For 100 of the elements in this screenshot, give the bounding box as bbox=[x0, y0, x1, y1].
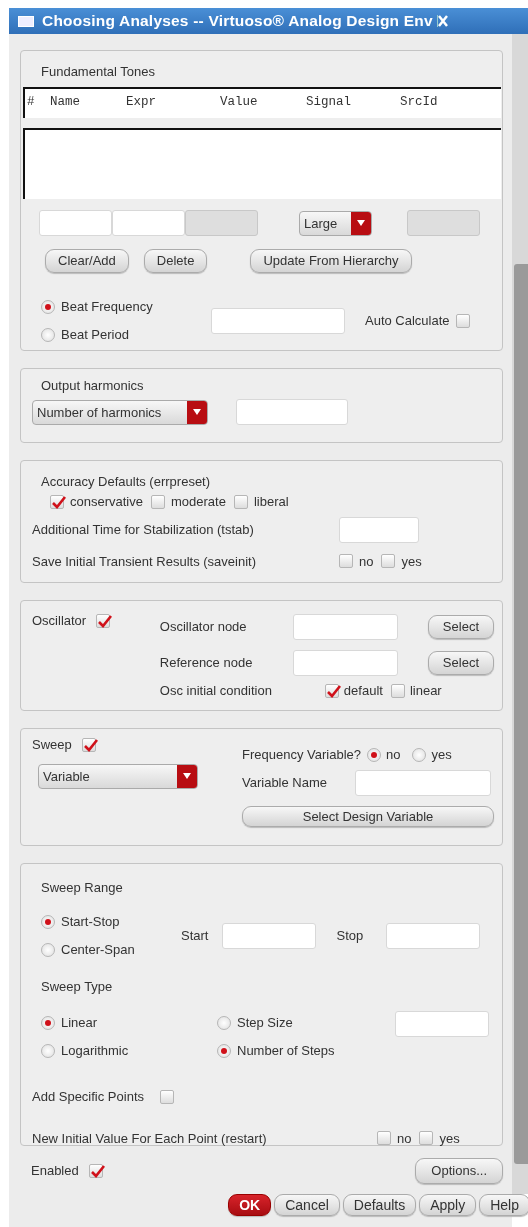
label: Sweep Type bbox=[41, 979, 113, 995]
button[interactable]: Help bbox=[479, 1193, 528, 1217]
button[interactable]: Delete bbox=[143, 249, 208, 273]
checkbox[interactable] bbox=[96, 613, 111, 628]
button[interactable]: Select Design Variable bbox=[242, 805, 494, 828]
radio-button[interactable] bbox=[41, 943, 55, 957]
label: no bbox=[397, 1130, 412, 1147]
label: Number of Steps bbox=[237, 1043, 335, 1059]
dropdown[interactable]: Number of harmonics bbox=[32, 399, 208, 425]
label: Additional Time for Stabilization (tstab) bbox=[32, 521, 255, 538]
label: Variable Name bbox=[242, 774, 329, 791]
label: Auto Calculate bbox=[365, 312, 450, 329]
checkbox[interactable] bbox=[88, 1163, 103, 1178]
column-header: Signal bbox=[306, 95, 352, 110]
label: Save Initial Transient Results (saveinit) bbox=[32, 553, 257, 570]
label: Logarithmic bbox=[61, 1043, 129, 1059]
label: no bbox=[386, 747, 401, 763]
checkbox[interactable] bbox=[81, 737, 96, 752]
radio-button[interactable] bbox=[217, 1044, 231, 1058]
button[interactable]: Clear/Add bbox=[45, 249, 129, 273]
checkbox[interactable] bbox=[419, 1131, 434, 1146]
label: yes bbox=[439, 1130, 460, 1147]
label: Reference node bbox=[159, 655, 254, 671]
checkbox[interactable] bbox=[377, 1131, 391, 1146]
radio-button[interactable] bbox=[367, 747, 381, 762]
window-icon bbox=[18, 15, 34, 27]
label: yes bbox=[431, 747, 452, 763]
radio-button[interactable] bbox=[41, 1016, 55, 1030]
checkbox[interactable] bbox=[233, 494, 248, 509]
label: New Initial Value For Each Point (restart) bbox=[32, 1130, 268, 1147]
button[interactable]: Select bbox=[427, 615, 494, 639]
button[interactable]: Defaults bbox=[342, 1193, 417, 1217]
input-field[interactable] bbox=[355, 769, 491, 796]
label: moderate bbox=[171, 494, 226, 510]
input-field[interactable] bbox=[222, 923, 317, 949]
caret-icon bbox=[182, 773, 192, 780]
close-icon[interactable] bbox=[436, 15, 448, 27]
label: Accuracy Defaults (errpreset) bbox=[41, 474, 211, 490]
checkbox[interactable] bbox=[50, 494, 64, 509]
checkbox[interactable] bbox=[324, 683, 339, 698]
label: Oscillator node bbox=[159, 619, 248, 635]
checkbox[interactable] bbox=[160, 1089, 174, 1104]
label: no bbox=[359, 553, 374, 570]
input-field[interactable] bbox=[236, 399, 348, 425]
radio-button[interactable] bbox=[412, 747, 427, 762]
label: Center-Span bbox=[61, 942, 135, 958]
label: Oscillator bbox=[32, 613, 87, 629]
label: Beat Period bbox=[61, 326, 129, 343]
label: Step Size bbox=[237, 1015, 293, 1031]
label: yes bbox=[401, 553, 422, 570]
column-header: Name bbox=[50, 95, 81, 110]
input-field[interactable] bbox=[112, 210, 185, 236]
input-field[interactable] bbox=[339, 516, 419, 543]
button[interactable]: Cancel bbox=[274, 1193, 340, 1217]
label: Output harmonics bbox=[41, 378, 144, 394]
button[interactable]: Select bbox=[427, 651, 494, 675]
label: Enabled bbox=[31, 1163, 79, 1179]
label: Start-Stop bbox=[61, 914, 120, 930]
caret-icon bbox=[192, 409, 202, 415]
radio-button[interactable] bbox=[41, 1044, 55, 1058]
checkbox[interactable] bbox=[381, 554, 396, 569]
checkbox[interactable] bbox=[390, 683, 405, 698]
radio-button[interactable] bbox=[41, 327, 55, 342]
button[interactable]: Options... bbox=[415, 1158, 503, 1184]
radio-button[interactable] bbox=[217, 1016, 231, 1030]
input-field[interactable] bbox=[292, 650, 398, 676]
input-field[interactable] bbox=[386, 923, 481, 949]
dropdown[interactable]: Variable bbox=[38, 763, 198, 789]
label: Fundamental Tones bbox=[41, 64, 155, 80]
input-field[interactable] bbox=[395, 1011, 489, 1037]
label: Add Specific Points bbox=[32, 1089, 144, 1105]
label: Sweep Range bbox=[41, 879, 123, 896]
radio-button[interactable] bbox=[41, 299, 55, 314]
checkbox[interactable] bbox=[151, 494, 165, 509]
label: Sweep bbox=[32, 737, 72, 753]
input-field[interactable] bbox=[211, 307, 345, 334]
label: Frequency Variable? bbox=[242, 747, 361, 763]
scrollbar[interactable] bbox=[512, 34, 528, 1194]
radio-button[interactable] bbox=[41, 915, 55, 929]
input-field[interactable] bbox=[292, 614, 398, 640]
label: linear bbox=[409, 683, 442, 699]
caret-icon bbox=[356, 220, 366, 226]
input-field[interactable] bbox=[39, 210, 112, 236]
label: Start bbox=[181, 928, 209, 944]
label: Stop bbox=[336, 928, 364, 944]
column-header: SrcId bbox=[400, 95, 439, 110]
label: Beat Frequency bbox=[61, 298, 153, 315]
label: liberal bbox=[253, 494, 289, 510]
button[interactable]: Update From Hierarchy bbox=[250, 249, 412, 273]
dropdown[interactable]: Large bbox=[299, 210, 372, 236]
checkbox[interactable] bbox=[455, 313, 470, 328]
column-header: Value bbox=[220, 95, 259, 110]
label: Osc initial condition bbox=[159, 683, 273, 699]
button[interactable]: Apply bbox=[419, 1193, 477, 1217]
button[interactable]: OK bbox=[228, 1193, 272, 1217]
label: Linear bbox=[61, 1015, 98, 1031]
checkbox[interactable] bbox=[339, 554, 353, 569]
column-header: # bbox=[26, 95, 36, 110]
window-title: Choosing Analyses -- Virtuoso® Analog Design Env bbox=[42, 11, 433, 31]
label: conservative bbox=[70, 494, 143, 510]
